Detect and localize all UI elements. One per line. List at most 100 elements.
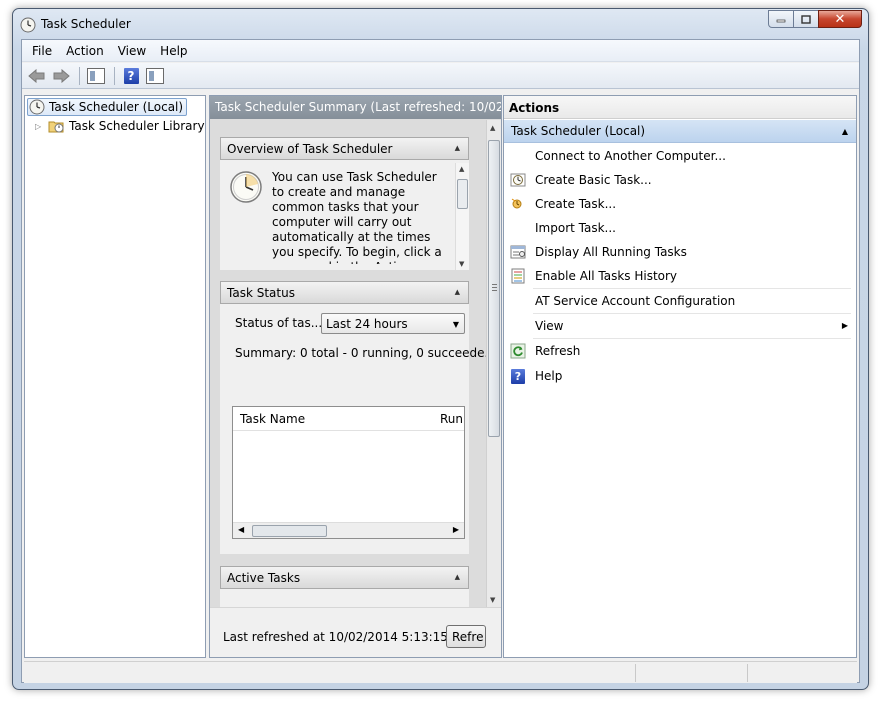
action-create-basic-task[interactable]: Create Basic Task... xyxy=(504,168,856,192)
window-title: Task Scheduler xyxy=(41,17,131,31)
action-display-all-running-tasks[interactable]: Display All Running Tasks xyxy=(504,240,856,264)
action-at-service-account-configuration[interactable]: AT Service Account Configuration xyxy=(504,289,856,313)
tree-item-task-scheduler-library[interactable]: ▷ Task Scheduler Library xyxy=(35,117,205,135)
active-tasks-section-header[interactable]: Active Tasks ▲ xyxy=(220,566,469,589)
summary-footer: Last refreshed at 10/02/2014 5:13:15 p.m… xyxy=(210,607,501,657)
select-value: Last 24 hours xyxy=(326,317,408,331)
action-create-task[interactable]: Create Task... xyxy=(504,192,856,216)
chevron-down-icon: ▼ xyxy=(452,320,459,329)
menu-file[interactable]: File xyxy=(25,44,59,58)
status-bar-cell xyxy=(747,664,748,682)
running-tasks-icon xyxy=(510,244,526,260)
status-bar-cell xyxy=(635,664,636,682)
overview-scrollbar[interactable]: ▲ ▼ xyxy=(455,163,469,270)
maximize-icon xyxy=(801,14,811,24)
create-basic-task-icon xyxy=(510,172,526,188)
summary-pane: Task Scheduler Summary (Last refreshed: … xyxy=(209,95,502,658)
back-button[interactable] xyxy=(26,66,48,86)
help-icon: ? xyxy=(510,368,526,384)
collapse-caret-icon[interactable]: ▲ xyxy=(455,288,460,296)
active-tasks-section: Active Tasks ▲ xyxy=(220,566,469,608)
clock-icon xyxy=(29,99,45,115)
action-label: Display All Running Tasks xyxy=(535,245,687,259)
menu-bar: File Action View Help xyxy=(22,40,859,62)
action-label: Help xyxy=(535,369,563,383)
close-button[interactable]: ✕ xyxy=(818,10,862,28)
grid-horizontal-scrollbar[interactable]: ◀ ▶ xyxy=(233,522,464,538)
actions-pane: Actions Task Scheduler (Local) ▲ Connect… xyxy=(503,95,857,658)
scroll-down-icon[interactable]: ▼ xyxy=(459,260,464,268)
scroll-down-icon[interactable]: ▼ xyxy=(490,596,495,604)
minimize-button[interactable] xyxy=(768,10,794,28)
scroll-thumb[interactable] xyxy=(252,525,327,537)
action-label: View xyxy=(535,319,564,333)
last-refreshed-text: Last refreshed at 10/02/2014 5:13:15 p.m… xyxy=(223,630,479,644)
column-header-run[interactable]: Run xyxy=(440,412,463,426)
refresh-icon xyxy=(510,343,526,359)
help-toolbar-button[interactable]: ? xyxy=(120,66,142,86)
action-refresh[interactable]: Refresh xyxy=(504,339,856,363)
close-icon: ✕ xyxy=(834,11,846,27)
action-help[interactable]: ? Help xyxy=(504,364,856,388)
actions-group-header[interactable]: Task Scheduler (Local) ▲ xyxy=(504,120,856,143)
scroll-thumb[interactable] xyxy=(457,179,468,209)
console-tree: Task Scheduler (Local) ▷ Task Scheduler … xyxy=(24,95,206,658)
collapse-caret-icon[interactable]: ▲ xyxy=(842,127,848,136)
minimize-icon xyxy=(776,19,786,23)
create-task-icon xyxy=(510,196,526,212)
action-label: Enable All Tasks History xyxy=(535,269,678,283)
clock-icon xyxy=(20,17,36,33)
show-hide-console-tree-button[interactable] xyxy=(85,66,107,86)
action-connect-to-another-computer[interactable]: Connect to Another Computer... xyxy=(504,144,856,168)
help-icon: ? xyxy=(123,67,139,84)
menu-action[interactable]: Action xyxy=(59,44,111,58)
section-title: Overview of Task Scheduler xyxy=(227,142,393,156)
collapse-caret-icon[interactable]: ▲ xyxy=(455,573,460,581)
overview-section-header[interactable]: Overview of Task Scheduler ▲ xyxy=(220,137,469,160)
toolbar-separator xyxy=(114,66,115,85)
folder-clock-icon xyxy=(48,118,65,134)
scheduler-clock-icon xyxy=(229,170,263,204)
task-status-section-header[interactable]: Task Status ▲ xyxy=(220,281,469,304)
scroll-up-icon[interactable]: ▲ xyxy=(490,124,495,132)
toolbar-separator xyxy=(79,66,80,85)
maximize-button[interactable] xyxy=(793,10,819,28)
task-status-section: Task Status ▲ Status of tas... Last 24 h… xyxy=(220,281,488,554)
status-period-select[interactable]: Last 24 hours ▼ xyxy=(321,313,465,334)
actions-group-title: Task Scheduler (Local) xyxy=(511,124,646,138)
action-label: Refresh xyxy=(535,344,581,358)
scroll-right-icon[interactable]: ▶ xyxy=(453,525,459,534)
forward-button[interactable] xyxy=(50,66,72,86)
console-tree-icon xyxy=(87,67,105,84)
status-period-label: Status of tas... xyxy=(235,316,323,330)
show-hide-action-pane-button[interactable] xyxy=(144,66,166,86)
section-title: Task Status xyxy=(227,286,295,300)
column-header-task-name[interactable]: Task Name xyxy=(240,412,305,426)
section-title: Active Tasks xyxy=(227,571,301,585)
summary-content: Overview of Task Scheduler ▲ You can use… xyxy=(210,120,488,608)
client-area: File Action View Help ? Task Scheduler (… xyxy=(21,39,860,683)
tree-item-task-scheduler-local[interactable]: Task Scheduler (Local) xyxy=(27,98,188,116)
expand-arrow-icon[interactable]: ▷ xyxy=(35,122,44,131)
refresh-button[interactable]: Refre xyxy=(446,625,486,648)
menu-view[interactable]: View xyxy=(111,44,153,58)
action-label: Create Task... xyxy=(535,197,617,211)
action-view[interactable]: View ▶ xyxy=(504,314,856,338)
menu-help[interactable]: Help xyxy=(153,44,194,58)
action-enable-all-tasks-history[interactable]: Enable All Tasks History xyxy=(504,264,856,288)
summary-vertical-scrollbar[interactable]: ▲ ▼ xyxy=(486,120,501,608)
scroll-left-icon[interactable]: ◀ xyxy=(238,525,244,534)
overview-section: Overview of Task Scheduler ▲ You can use… xyxy=(220,137,469,270)
action-label: Connect to Another Computer... xyxy=(535,149,726,163)
status-bar xyxy=(24,661,857,683)
tree-item-label: Task Scheduler (Local) xyxy=(49,100,184,114)
title-bar[interactable]: Task Scheduler ✕ xyxy=(13,9,868,39)
scroll-up-icon[interactable]: ▲ xyxy=(459,165,464,173)
task-status-grid: Task Name Run ◀ ▶ xyxy=(232,406,465,539)
task-status-summary: Summary: 0 total - 0 running, 0 succeede… xyxy=(235,346,488,360)
task-scheduler-window: Task Scheduler ✕ File Action View Help ?… xyxy=(12,8,869,690)
scroll-thumb[interactable] xyxy=(488,140,500,437)
action-import-task[interactable]: Import Task... xyxy=(504,216,856,240)
forward-arrow-icon xyxy=(53,68,70,83)
collapse-caret-icon[interactable]: ▲ xyxy=(455,144,460,152)
